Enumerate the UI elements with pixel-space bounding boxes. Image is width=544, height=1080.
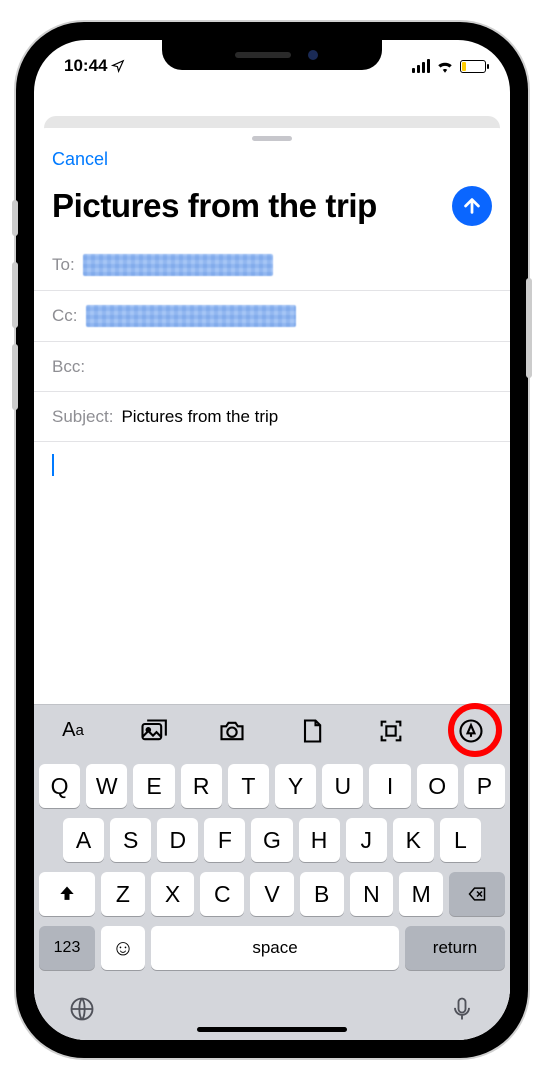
markup-button[interactable]	[452, 712, 490, 750]
wifi-icon	[436, 59, 454, 73]
format-button[interactable]: Aa	[54, 712, 92, 750]
cc-value-redacted	[86, 305, 296, 327]
key-m[interactable]: M	[399, 872, 443, 916]
mute-switch	[12, 200, 18, 236]
key-k[interactable]: K	[393, 818, 434, 862]
key-g[interactable]: G	[251, 818, 292, 862]
dictation-icon[interactable]	[448, 995, 476, 1023]
screen: 10:44 Cancel Pictures from the trip	[34, 40, 510, 1040]
volume-down	[12, 344, 18, 410]
document-button[interactable]	[293, 712, 331, 750]
clock: 10:44	[64, 56, 107, 76]
emoji-key[interactable]: ☺	[101, 926, 145, 970]
volume-up	[12, 262, 18, 328]
notch	[162, 40, 382, 70]
scan-button[interactable]	[372, 712, 410, 750]
key-f[interactable]: F	[204, 818, 245, 862]
compose-title: Pictures from the trip	[52, 187, 377, 225]
space-key[interactable]: space	[151, 926, 399, 970]
backspace-key[interactable]	[449, 872, 505, 916]
key-n[interactable]: N	[350, 872, 394, 916]
photo-library-button[interactable]	[134, 712, 172, 750]
to-label: To:	[52, 255, 75, 275]
subject-label: Subject:	[52, 407, 113, 427]
key-j[interactable]: J	[346, 818, 387, 862]
key-row-3: Z X C V B N M	[39, 872, 505, 916]
key-i[interactable]: I	[369, 764, 410, 808]
location-icon	[111, 59, 125, 73]
input-toolbar: Aa	[34, 704, 510, 756]
numbers-key[interactable]: 123	[39, 926, 95, 970]
home-indicator[interactable]	[197, 1027, 347, 1032]
subject-field[interactable]: Subject: Pictures from the trip	[34, 392, 510, 442]
bcc-label: Bcc:	[52, 357, 85, 377]
keyboard: Q W E R T Y U I O P A	[34, 756, 510, 986]
key-e[interactable]: E	[133, 764, 174, 808]
key-p[interactable]: P	[464, 764, 505, 808]
compose-sheet: Cancel Pictures from the trip To: Cc:	[34, 128, 510, 1040]
camera-button[interactable]	[213, 712, 251, 750]
key-y[interactable]: Y	[275, 764, 316, 808]
key-l[interactable]: L	[440, 818, 481, 862]
sheet-grabber[interactable]	[252, 136, 292, 141]
key-w[interactable]: W	[86, 764, 127, 808]
key-c[interactable]: C	[200, 872, 244, 916]
key-row-4: 123 ☺ space return	[39, 926, 505, 970]
cc-field[interactable]: Cc:	[34, 291, 510, 342]
key-a[interactable]: A	[63, 818, 104, 862]
send-button[interactable]	[452, 186, 492, 226]
cancel-button[interactable]: Cancel	[52, 149, 108, 170]
key-t[interactable]: T	[228, 764, 269, 808]
to-field[interactable]: To:	[34, 240, 510, 291]
key-x[interactable]: X	[151, 872, 195, 916]
cc-label: Cc:	[52, 306, 78, 326]
key-h[interactable]: H	[299, 818, 340, 862]
return-key[interactable]: return	[405, 926, 505, 970]
key-v[interactable]: V	[250, 872, 294, 916]
shift-key[interactable]	[39, 872, 95, 916]
key-q[interactable]: Q	[39, 764, 80, 808]
key-row-2: A S D F G H J K L	[39, 818, 505, 862]
to-value-redacted	[83, 254, 273, 276]
key-u[interactable]: U	[322, 764, 363, 808]
phone-frame: 10:44 Cancel Pictures from the trip	[16, 22, 528, 1058]
key-r[interactable]: R	[181, 764, 222, 808]
key-row-1: Q W E R T Y U I O P	[39, 764, 505, 808]
bcc-field[interactable]: Bcc:	[34, 342, 510, 392]
battery-icon	[460, 60, 486, 73]
key-d[interactable]: D	[157, 818, 198, 862]
cellular-icon	[412, 59, 430, 73]
keyboard-area: Aa	[34, 704, 510, 1040]
globe-icon[interactable]	[68, 995, 96, 1023]
text-cursor	[52, 454, 54, 476]
power-button	[526, 278, 532, 378]
key-b[interactable]: B	[300, 872, 344, 916]
key-s[interactable]: S	[110, 818, 151, 862]
key-z[interactable]: Z	[101, 872, 145, 916]
key-o[interactable]: O	[417, 764, 458, 808]
subject-value: Pictures from the trip	[121, 407, 278, 427]
